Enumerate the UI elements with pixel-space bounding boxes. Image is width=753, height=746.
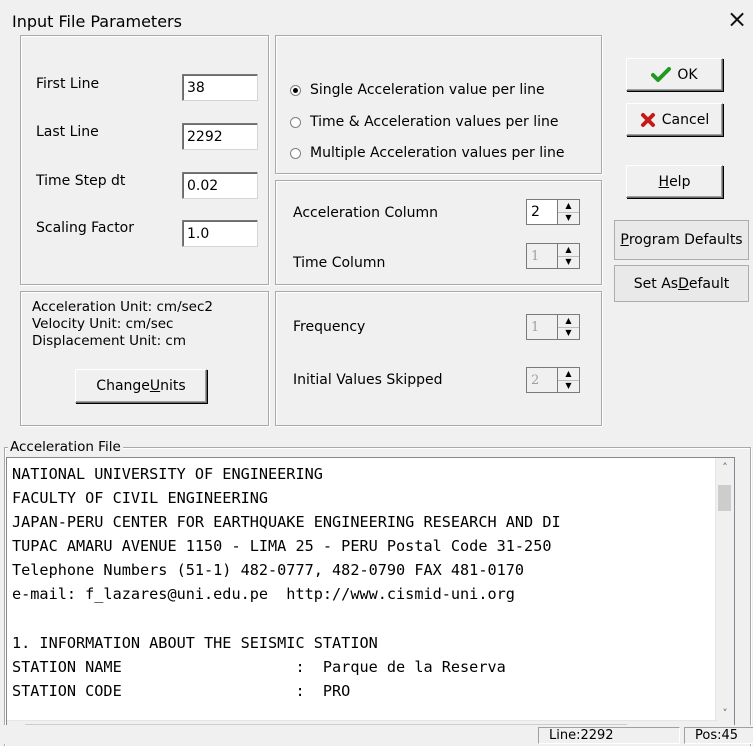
file-line: e-mail: f_lazares@uni.edu.pe http://www.… (12, 585, 515, 604)
file-line: TUPAC AMARU AVENUE 1150 - LIMA 25 - PERU… (12, 537, 552, 556)
scaling-factor-label: Scaling Factor (36, 220, 135, 236)
spin-down-icon[interactable]: ▼ (558, 211, 579, 225)
spin-down-icon: ▼ (558, 326, 579, 340)
spinner-buttons: ▲ ▼ (558, 243, 580, 269)
velocity-unit-text: Velocity Unit: cm/sec (32, 316, 174, 332)
acceleration-unit-text: Acceleration Unit: cm/sec2 (32, 299, 213, 315)
button-label: OK (677, 66, 698, 83)
file-line: FACULTY OF CIVIL ENGINEERING (12, 489, 269, 508)
first-line-label: First Line (36, 76, 100, 92)
button-label-accelerator: U (149, 378, 161, 394)
status-pos: Pos:45 (684, 727, 753, 744)
button-label: nits (160, 378, 186, 394)
file-line: JAPAN-PERU CENTER FOR EARTHQUAKE ENGINEE… (12, 513, 561, 532)
button-label-accelerator: D (678, 275, 689, 292)
button-label: Change (96, 378, 150, 394)
spinner-value: 1 (526, 314, 558, 340)
vertical-scrollbar[interactable]: ˄ ˅ (715, 458, 734, 722)
scroll-down-icon[interactable]: ˅ (716, 704, 734, 722)
button-label: Set As (633, 275, 679, 292)
cancel-button[interactable]: Cancel (626, 103, 723, 136)
line-parameters-group (20, 35, 269, 285)
time-column-spinner: 1 ▲ ▼ (526, 243, 580, 269)
time-step-input[interactable]: 0.02 (182, 172, 258, 199)
time-step-label: Time Step dt (36, 173, 126, 189)
button-label: rogram Defaults (628, 232, 743, 248)
button-label: efault (688, 275, 730, 292)
first-line-input[interactable]: 38 (182, 74, 258, 101)
spin-up-icon[interactable]: ▲ (558, 200, 579, 212)
acceleration-file-text[interactable]: NATIONAL UNIVERSITY OF ENGINEERING FACULT… (6, 457, 735, 741)
change-units-button[interactable]: Change Units (75, 369, 207, 403)
radio-multiple-acceleration[interactable]: Multiple Acceleration values per line (290, 145, 564, 161)
spin-up-icon: ▲ (565, 368, 572, 378)
last-line-input[interactable]: 2292 (182, 123, 258, 150)
radio-label: Multiple Acceleration values per line (310, 145, 565, 161)
spin-down-icon: ▼ (558, 255, 579, 269)
scroll-up-icon[interactable]: ˄ (716, 458, 734, 476)
cancel-x-icon (640, 112, 655, 127)
radio-time-acceleration[interactable]: Time & Acceleration values per line (290, 114, 558, 130)
spinner-buttons[interactable]: ▲ ▼ (558, 199, 580, 225)
button-label-accelerator: P (620, 232, 629, 248)
spinner-value: 2 (526, 367, 558, 393)
check-icon (651, 66, 672, 82)
acceleration-column-spinner[interactable]: 2 ▲ ▼ (526, 199, 580, 225)
radio-button[interactable] (290, 116, 301, 128)
frequency-spinner: 1 ▲ ▼ (526, 314, 580, 340)
time-column-label: Time Column (293, 255, 386, 271)
spinner-value: 1 (526, 243, 558, 269)
frequency-label: Frequency (293, 319, 366, 335)
file-line: STATION CODE : PRO (12, 681, 351, 700)
close-icon[interactable]: × (727, 7, 747, 31)
spin-up-icon: ▲ (565, 244, 572, 254)
button-label-accelerator: H (658, 173, 670, 190)
spinner-buttons: ▲ ▼ (558, 314, 580, 340)
spin-down-icon: ▼ (558, 379, 579, 393)
status-bar: Line:2292 Pos:45 (0, 725, 753, 744)
ok-button[interactable]: OK (626, 58, 723, 91)
radio-button[interactable] (290, 147, 301, 159)
last-line-label: Last Line (36, 124, 99, 140)
radio-single-acceleration[interactable]: Single Acceleration value per line (290, 82, 545, 98)
spinner-buttons: ▲ ▼ (558, 367, 580, 393)
file-line: NATIONAL UNIVERSITY OF ENGINEERING (12, 465, 323, 483)
file-line (12, 607, 561, 631)
scaling-factor-input[interactable]: 1.0 (182, 220, 258, 247)
program-defaults-button[interactable]: Program Defaults (614, 220, 749, 260)
initial-values-skipped-label: Initial Values Skipped (293, 372, 443, 388)
radio-label: Single Acceleration value per line (310, 82, 545, 98)
window-title: Input File Parameters (12, 12, 182, 31)
radio-label: Time & Acceleration values per line (310, 114, 559, 130)
sampling-group (275, 291, 602, 426)
status-line: Line:2292 (538, 727, 680, 744)
set-as-default-button[interactable]: Set As Default (614, 265, 749, 302)
displacement-unit-text: Displacement Unit: cm (32, 333, 186, 349)
button-label: Cancel (661, 111, 710, 128)
help-button[interactable]: Help (626, 165, 723, 198)
file-line: Telephone Numbers (51-1) 482-0777, 482-0… (12, 561, 525, 580)
acceleration-file-legend: Acceleration File (8, 439, 123, 455)
radio-button[interactable] (290, 84, 301, 96)
file-line: 1. INFORMATION ABOUT THE SEISMIC STATION (12, 633, 378, 652)
button-label: elp (669, 173, 691, 190)
vertical-scroll-thumb[interactable] (718, 485, 731, 511)
spin-up-icon: ▲ (565, 315, 572, 325)
file-content: NATIONAL UNIVERSITY OF ENGINEERING FACULT… (12, 462, 561, 703)
file-line: STATION NAME : Parque de la Reserva (12, 657, 506, 676)
acceleration-column-label: Acceleration Column (293, 205, 439, 221)
initial-values-skipped-spinner: 2 ▲ ▼ (526, 367, 580, 393)
spinner-value[interactable]: 2 (526, 199, 558, 225)
